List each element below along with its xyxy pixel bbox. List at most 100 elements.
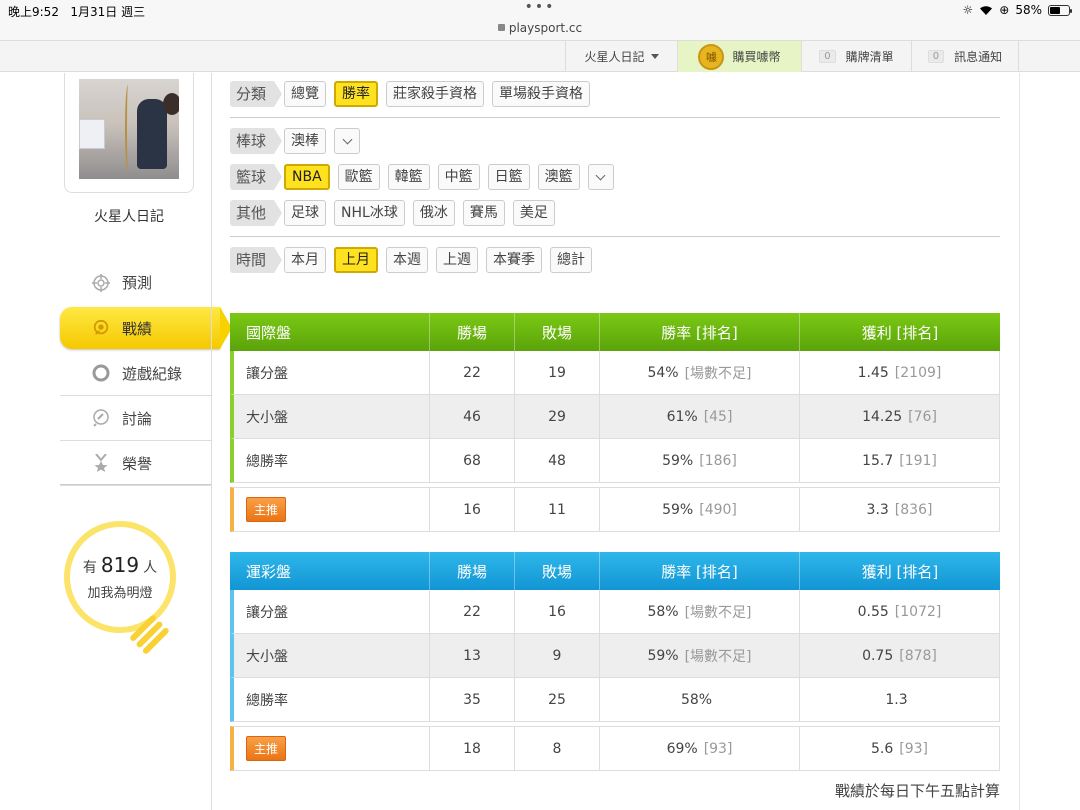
lottery-record-table: 運彩盤 勝場 敗場 勝率 [排名] 獲利 [排名] 讓分盤 22 16 58% [… bbox=[230, 552, 1000, 771]
filter-australian-baseball[interactable]: 澳棒 bbox=[284, 128, 327, 154]
profit-value: 5.6 bbox=[870, 740, 894, 757]
filter-china-basketball[interactable]: 中籃 bbox=[437, 164, 480, 190]
lock-icon bbox=[497, 24, 505, 31]
wifi-icon bbox=[980, 5, 993, 15]
profit-rank: [878] bbox=[899, 647, 937, 664]
notification-button[interactable]: 0 訊息通知 bbox=[911, 41, 1019, 72]
filter-win-rate[interactable]: 勝率 bbox=[334, 81, 379, 107]
filter-soccer[interactable]: 足球 bbox=[284, 200, 327, 226]
side-menu: 預測 戰績 遊戲紀錄 討論 榮譽 bbox=[60, 260, 232, 486]
side-menu-honor[interactable]: 榮譽 bbox=[60, 441, 211, 486]
buy-coin-label: 購買噱幣 bbox=[732, 50, 781, 64]
brightness-icon: ☼ bbox=[962, 3, 974, 17]
header-cell: 獲利 [排名] bbox=[861, 562, 939, 581]
side-menu-label: 戰績 bbox=[122, 319, 153, 338]
filter-nhl[interactable]: NHL冰球 bbox=[334, 200, 405, 226]
avatar-head bbox=[163, 93, 179, 115]
header-cell: 運彩盤 bbox=[230, 552, 430, 590]
main-pick-badge: 主推 bbox=[246, 736, 287, 761]
win-cell: 16 bbox=[430, 488, 515, 531]
filter-this-season[interactable]: 本賽季 bbox=[486, 247, 543, 273]
filter-euro-basketball[interactable]: 歐籃 bbox=[337, 164, 380, 190]
filter-nba[interactable]: NBA bbox=[284, 164, 330, 190]
header-cell: 國際盤 bbox=[230, 313, 430, 351]
coin-icon: 噱 bbox=[698, 43, 725, 70]
notification-count-badge: 0 bbox=[927, 50, 945, 63]
side-menu-label: 預測 bbox=[122, 274, 153, 292]
rate-value: 61% bbox=[666, 408, 698, 425]
profit-value: 1.45 bbox=[857, 364, 889, 381]
header-cell: 勝率 [排名] bbox=[600, 313, 800, 351]
chevron-down-icon bbox=[595, 170, 606, 181]
cart-button[interactable]: 0 購牌清單 bbox=[801, 41, 911, 72]
profile-sidebar: 火星人日記 預測 戰績 遊戲紀錄 討論 榮譽 有 819 人 加我為明燈 bbox=[60, 73, 232, 810]
filter-banker-killer[interactable]: 莊家殺手資格 bbox=[386, 81, 485, 107]
filter-korea-basketball[interactable]: 韓籃 bbox=[387, 164, 430, 190]
fan-suffix: 人 bbox=[143, 560, 158, 576]
side-menu-label: 遊戲紀錄 bbox=[122, 364, 183, 383]
fan-bulb[interactable]: 有 819 人 加我為明燈 bbox=[64, 521, 176, 655]
bulb-base-icon bbox=[128, 613, 177, 662]
profit-rank: [836] bbox=[894, 501, 933, 518]
header-cell: 勝場 bbox=[430, 313, 515, 351]
table-row: 總勝率 35 25 58% 1.3 bbox=[230, 678, 1000, 722]
win-cell: 22 bbox=[430, 590, 515, 633]
filter-russia-hockey[interactable]: 俄冰 bbox=[412, 200, 455, 226]
profit-cell: 0.75 [878] bbox=[800, 634, 1000, 677]
fan-count-line: 有 819 人 bbox=[70, 553, 170, 577]
filter-horse-racing[interactable]: 賽馬 bbox=[462, 200, 505, 226]
rate-rank: [186] bbox=[699, 452, 737, 469]
filter-this-month[interactable]: 本月 bbox=[284, 247, 327, 273]
user-menu[interactable]: 火星人日記 bbox=[565, 41, 677, 72]
filter-last-month[interactable]: 上月 bbox=[334, 247, 379, 273]
baseball-more-dropdown[interactable] bbox=[334, 128, 361, 154]
profit-cell: 3.3 [836] bbox=[800, 488, 1000, 531]
profit-cell: 5.6 [93] bbox=[800, 727, 1000, 770]
header-cell: 敗場 bbox=[515, 552, 600, 590]
rate-value: 59% bbox=[662, 452, 694, 469]
filter-japan-basketball[interactable]: 日籃 bbox=[487, 164, 530, 190]
avatar[interactable] bbox=[79, 79, 179, 179]
profit-value: 0.75 bbox=[862, 647, 894, 664]
rate-cell: 69% [93] bbox=[600, 727, 800, 770]
side-menu-predict[interactable]: 預測 bbox=[60, 260, 211, 305]
filter-this-week[interactable]: 本週 bbox=[386, 247, 429, 273]
user-menu-label: 火星人日記 bbox=[584, 50, 645, 64]
filter-single-killer[interactable]: 單場殺手資格 bbox=[492, 81, 591, 107]
header-cell: 敗場 bbox=[515, 313, 600, 351]
table-row: 總勝率 68 48 59% [186] 15.7 [191] bbox=[230, 439, 1000, 483]
win-cell: 22 bbox=[430, 351, 515, 394]
record-icon bbox=[92, 319, 110, 337]
row-name: 讓分盤 bbox=[234, 351, 430, 394]
content-right-border bbox=[1019, 73, 1020, 810]
profit-cell: 14.25 [76] bbox=[800, 395, 1000, 438]
row-name: 總勝率 bbox=[234, 439, 430, 482]
win-cell: 46 bbox=[430, 395, 515, 438]
profit-value: 15.7 bbox=[862, 452, 894, 469]
filter-overview[interactable]: 總覽 bbox=[284, 81, 327, 107]
side-menu-record[interactable]: 戰績 bbox=[60, 307, 232, 349]
filter-divider bbox=[230, 236, 1000, 237]
basketball-more-dropdown[interactable] bbox=[587, 164, 614, 190]
side-menu-discussion[interactable]: 討論 bbox=[60, 396, 211, 441]
filter-american-football[interactable]: 美足 bbox=[512, 200, 555, 226]
main-pick-badge: 主推 bbox=[246, 497, 287, 522]
side-menu-game-log[interactable]: 遊戲紀錄 bbox=[60, 351, 211, 396]
buy-coin-button[interactable]: 噱 購買噱幣 bbox=[677, 41, 801, 72]
rate-cell: 59% [186] bbox=[600, 439, 800, 482]
filter-last-week[interactable]: 上週 bbox=[436, 247, 479, 273]
profit-value: 1.3 bbox=[885, 691, 908, 708]
filter-divider bbox=[230, 117, 1000, 118]
address-bar[interactable]: playsport.cc bbox=[0, 21, 1080, 35]
filter-australia-basketball[interactable]: 澳籃 bbox=[537, 164, 580, 190]
fan-count: 819 bbox=[100, 553, 140, 577]
rate-rank: [場數不足] bbox=[684, 604, 752, 621]
profit-cell: 1.3 bbox=[800, 678, 1000, 721]
multitask-dots-icon[interactable]: ••• bbox=[0, 0, 1080, 14]
filter-row-basketball: 籃球 NBA 歐籃 韓籃 中籃 日籃 澳籃 bbox=[230, 162, 622, 192]
battery-percent: 58% bbox=[1015, 3, 1042, 17]
profile-nickname: 火星人日記 bbox=[94, 209, 164, 225]
win-cell: 18 bbox=[430, 727, 515, 770]
filter-total[interactable]: 總計 bbox=[550, 247, 593, 273]
rate-rank: [93] bbox=[703, 740, 733, 757]
